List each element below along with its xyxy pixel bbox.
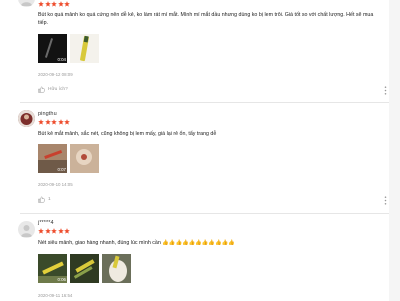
star-icon bbox=[44, 1, 51, 7]
reviewer-username[interactable]: j*****4 bbox=[38, 220, 54, 226]
review-comment: Bút kẻ mắt mảnh, sắc nét, cũng không bị … bbox=[38, 131, 217, 137]
helpful-label: Hữu ích? bbox=[48, 87, 68, 92]
star-icon bbox=[38, 119, 44, 125]
review-image-thumbnail[interactable] bbox=[70, 34, 99, 63]
review-video-thumbnail[interactable]: 0:07 bbox=[38, 144, 67, 173]
review-media-list: 0:07 bbox=[38, 144, 99, 173]
star-icon bbox=[64, 228, 70, 234]
review-comment: Bút ko quá mảnh ko quá cứng nên dễ kẻ, k… bbox=[38, 12, 374, 27]
review-timestamp: 2020-09-12 08:09 bbox=[38, 72, 73, 77]
review-video-thumbnail[interactable]: 0:04 bbox=[38, 34, 67, 63]
review-item: pingthu Bút kẻ mắt mảnh, sắc nét, cũng k… bbox=[0, 103, 389, 212]
reviewer-username[interactable]: pingthu bbox=[38, 111, 57, 117]
star-rating bbox=[38, 228, 70, 234]
star-icon bbox=[51, 1, 57, 7]
camera-icon bbox=[40, 278, 45, 282]
review-item: j*****4 Nét siêu mảnh, giao hàng nhanh, … bbox=[0, 214, 389, 301]
review-timestamp: 2020-09-10 14:05 bbox=[38, 182, 73, 187]
star-rating bbox=[38, 119, 70, 125]
review-image-thumbnail[interactable] bbox=[70, 144, 99, 173]
star-icon bbox=[51, 228, 57, 234]
thumbs-up-icon bbox=[38, 86, 45, 93]
review-photo bbox=[70, 254, 99, 283]
page-scroll-gutter bbox=[389, 0, 400, 301]
star-icon bbox=[38, 1, 44, 7]
star-icon bbox=[38, 228, 44, 234]
review-timestamp: 2020-09-11 16:54 bbox=[38, 293, 73, 298]
review-item: Bút ko quá mảnh ko quá cứng nên dễ kẻ, k… bbox=[0, 0, 389, 101]
star-icon bbox=[64, 119, 70, 125]
review-photo bbox=[70, 144, 99, 173]
video-duration: 0:04 bbox=[57, 57, 66, 62]
like-button[interactable]: 1 bbox=[38, 196, 51, 203]
like-count: 1 bbox=[48, 197, 51, 202]
video-duration: 0:07 bbox=[57, 167, 66, 172]
star-icon bbox=[51, 119, 57, 125]
star-icon bbox=[57, 1, 64, 7]
star-icon bbox=[57, 228, 64, 234]
star-icon bbox=[44, 119, 51, 125]
review-video-thumbnail[interactable]: 0:06 bbox=[38, 254, 67, 283]
star-rating bbox=[38, 1, 70, 7]
product-reviews-page: Bút ko quá mảnh ko quá cứng nên dễ kẻ, k… bbox=[0, 0, 400, 301]
review-photo bbox=[102, 254, 131, 283]
more-options-icon[interactable] bbox=[384, 86, 387, 95]
video-duration: 0:06 bbox=[57, 277, 66, 282]
review-comment: Nét siêu mảnh, giao hàng nhanh, đúng lúc… bbox=[38, 240, 235, 246]
star-icon bbox=[44, 228, 51, 234]
camera-icon bbox=[40, 58, 45, 62]
review-media-list: 0:04 bbox=[38, 34, 99, 63]
review-image-thumbnail[interactable] bbox=[102, 254, 131, 283]
review-image-thumbnail[interactable] bbox=[70, 254, 99, 283]
avatar[interactable] bbox=[18, 110, 35, 127]
camera-icon bbox=[40, 168, 45, 172]
review-photo bbox=[70, 34, 99, 63]
avatar[interactable] bbox=[18, 0, 35, 7]
star-icon bbox=[64, 1, 70, 7]
like-button[interactable]: Hữu ích? bbox=[38, 86, 68, 93]
thumbs-up-icon bbox=[38, 196, 45, 203]
avatar[interactable] bbox=[18, 221, 35, 238]
star-icon bbox=[57, 119, 64, 125]
review-media-list: 0:06 bbox=[38, 254, 131, 283]
more-options-icon[interactable] bbox=[384, 196, 387, 205]
